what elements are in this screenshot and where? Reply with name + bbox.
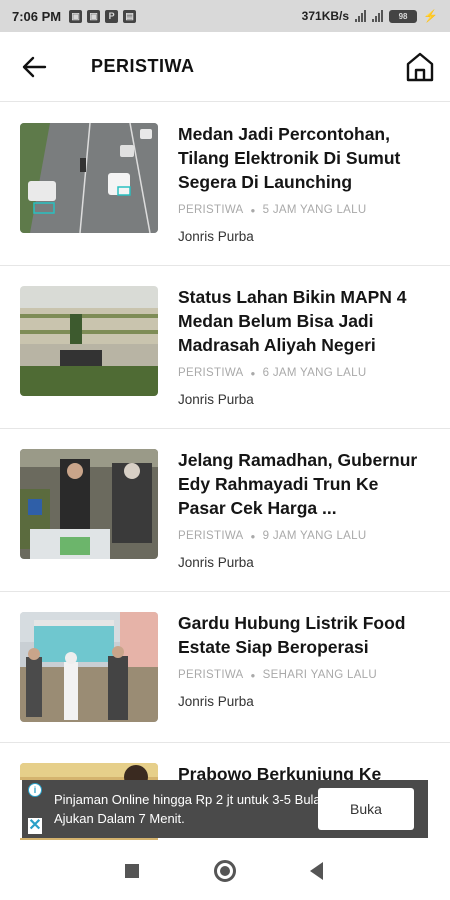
article-time: 9 JAM YANG LALU — [262, 530, 367, 542]
page-title: PERISTIWA — [91, 56, 195, 76]
article-meta: PERISTIWA ● 9 JAM YANG LALU — [178, 530, 367, 542]
notification-icon: ▣ — [87, 9, 101, 23]
app-header: PERISTIWA — [0, 32, 450, 102]
article-thumbnail[interactable] — [20, 612, 158, 722]
close-icon[interactable]: ✕ — [28, 818, 42, 834]
trash-icon: ▤ — [123, 9, 137, 23]
status-time: 7:06 PM — [12, 8, 62, 24]
article-list: Medan Jadi Percontohan, Tilang Elektroni… — [0, 103, 450, 873]
network-speed: 371KB/s — [301, 9, 350, 23]
article-headline[interactable]: Jelang Ramadhan, Gubernur Edy Rahmayadi … — [178, 448, 428, 520]
article-author: Jonris Purba — [178, 229, 254, 244]
arrow-left-icon[interactable] — [20, 54, 48, 80]
article-meta: PERISTIWA ● 5 JAM YANG LALU — [178, 204, 367, 216]
status-bar: 7:06 PM ▣ ▣ P ▤ 371KB/s 98 ⚡ — [0, 0, 450, 32]
p-icon: P — [105, 9, 119, 23]
article-item[interactable]: Jelang Ramadhan, Gubernur Edy Rahmayadi … — [0, 429, 450, 592]
article-time: 5 JAM YANG LALU — [262, 204, 367, 216]
article-category: PERISTIWA — [178, 669, 244, 681]
article-thumbnail[interactable] — [20, 123, 158, 233]
recents-icon[interactable] — [125, 864, 139, 878]
article-meta: PERISTIWA ● SEHARI YANG LALU — [178, 669, 377, 681]
article-thumbnail[interactable] — [20, 286, 158, 396]
ad-cta-button[interactable]: Buka — [318, 788, 414, 830]
back-triangle-icon[interactable] — [310, 862, 323, 880]
article-headline[interactable]: Gardu Hubung Listrik Food Estate Siap Be… — [178, 611, 428, 659]
system-nav-bar — [0, 840, 450, 900]
article-headline[interactable]: Status Lahan Bikin MAPN 4 Medan Belum Bi… — [178, 285, 428, 357]
home-circle-icon[interactable] — [214, 860, 236, 882]
article-author: Jonris Purba — [178, 694, 254, 709]
home-icon[interactable] — [404, 50, 436, 84]
signal-icon — [372, 10, 384, 22]
status-right: 371KB/s 98 ⚡ — [302, 9, 438, 23]
article-category: PERISTIWA — [178, 367, 244, 379]
article-time: SEHARI YANG LALU — [262, 669, 377, 681]
article-meta: PERISTIWA ● 6 JAM YANG LALU — [178, 367, 367, 379]
info-icon[interactable]: i — [28, 783, 42, 797]
status-left-icons: ▣ ▣ P ▤ — [69, 9, 137, 23]
article-item[interactable]: Medan Jadi Percontohan, Tilang Elektroni… — [0, 103, 450, 266]
article-author: Jonris Purba — [178, 392, 254, 407]
notification-icon: ▣ — [69, 9, 83, 23]
article-headline[interactable]: Medan Jadi Percontohan, Tilang Elektroni… — [178, 122, 428, 194]
article-time: 6 JAM YANG LALU — [262, 367, 367, 379]
article-thumbnail[interactable] — [20, 449, 158, 559]
ad-banner[interactable]: i ✕ Pinjaman Online hingga Rp 2 jt untuk… — [22, 780, 428, 838]
battery-icon: 98 — [389, 9, 418, 23]
signal-icon — [355, 10, 367, 22]
charging-icon: ⚡ — [423, 9, 438, 23]
article-item[interactable]: Gardu Hubung Listrik Food Estate Siap Be… — [0, 592, 450, 743]
article-category: PERISTIWA — [178, 530, 244, 542]
article-category: PERISTIWA — [178, 204, 244, 216]
ad-text[interactable]: Pinjaman Online hingga Rp 2 jt untuk 3-5… — [54, 790, 334, 828]
article-author: Jonris Purba — [178, 555, 254, 570]
article-item[interactable]: Status Lahan Bikin MAPN 4 Medan Belum Bi… — [0, 266, 450, 429]
